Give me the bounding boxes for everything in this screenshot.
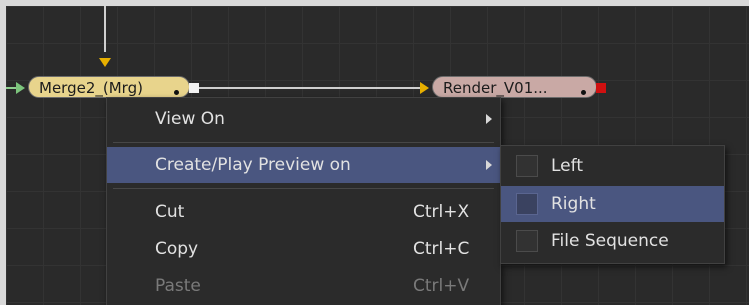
menu-item-shortcut: Ctrl+X: [413, 202, 470, 222]
render-output-square-icon[interactable]: [596, 83, 606, 93]
merge-background-input-arrow-icon[interactable]: [16, 82, 25, 94]
menu-item-create-play-preview[interactable]: Create/Play Preview on: [107, 147, 500, 183]
flow-canvas[interactable]: Merge2_(Mrg) Render_V01... View On Creat…: [6, 6, 749, 305]
menu-separator: [113, 188, 494, 189]
merge-output-square-icon[interactable]: [189, 83, 199, 93]
menu-item-shortcut: Ctrl+C: [413, 239, 470, 259]
render-node[interactable]: Render_V01...: [432, 76, 597, 98]
context-menu: View On Create/Play Preview on Cut Ctrl+…: [106, 97, 501, 305]
merge-to-render-wire: [196, 87, 422, 89]
submenu-item-label: File Sequence: [551, 231, 669, 251]
submenu-item-label: Right: [551, 194, 596, 214]
window-frame: Merge2_(Mrg) Render_V01... View On Creat…: [0, 0, 749, 305]
menu-item-view-on[interactable]: View On: [107, 101, 500, 137]
merge-node-view-dot-icon: [174, 90, 179, 95]
menu-item-cut[interactable]: Cut Ctrl+X: [107, 194, 500, 230]
merge-foreground-input-arrow-icon[interactable]: [99, 58, 111, 67]
menu-item-copy[interactable]: Copy Ctrl+C: [107, 231, 500, 267]
menu-item-label: Paste: [155, 276, 201, 296]
menu-separator: [113, 142, 494, 143]
menu-item-label: Create/Play Preview on: [155, 155, 351, 175]
menu-item-shortcut: Ctrl+V: [413, 276, 470, 296]
submenu-item-label: Left: [551, 156, 583, 176]
submenu-arrow-icon: [486, 114, 492, 124]
submenu-item-file-sequence[interactable]: File Sequence: [501, 223, 724, 259]
merge-node[interactable]: Merge2_(Mrg): [28, 76, 190, 98]
checkbox-icon: [516, 155, 538, 177]
submenu-arrow-icon: [486, 160, 492, 170]
menu-item-label: View On: [155, 109, 225, 129]
checkbox-icon: [516, 193, 538, 215]
render-node-label: Render_V01...: [443, 79, 548, 97]
merge-node-label: Merge2_(Mrg): [39, 79, 143, 97]
submenu-item-left[interactable]: Left: [501, 148, 724, 184]
preview-submenu: Left Right File Sequence: [500, 145, 725, 264]
top-input-wire: [104, 6, 106, 52]
menu-item-label: Cut: [155, 202, 185, 222]
menu-item-label: Copy: [155, 239, 199, 259]
checkbox-icon: [516, 230, 538, 252]
render-input-arrow-icon[interactable]: [420, 82, 429, 94]
menu-item-paste[interactable]: Paste Ctrl+V: [107, 268, 500, 304]
submenu-item-right[interactable]: Right: [501, 186, 724, 222]
render-node-view-dot-icon: [581, 90, 586, 95]
